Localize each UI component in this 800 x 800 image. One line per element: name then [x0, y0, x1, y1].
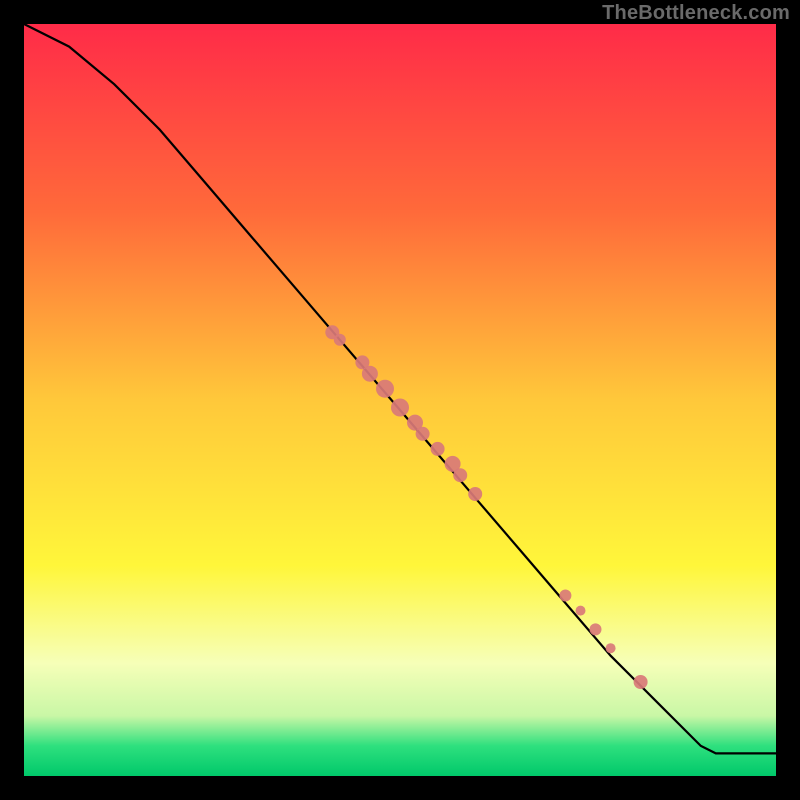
- watermark-text: TheBottleneck.com: [602, 2, 790, 25]
- data-point: [634, 675, 648, 689]
- chart-svg: [0, 0, 800, 800]
- data-point: [362, 366, 378, 382]
- data-point: [416, 427, 430, 441]
- data-point: [468, 487, 482, 501]
- data-point: [376, 380, 394, 398]
- chart-container: TheBottleneck.com: [0, 0, 800, 800]
- data-point: [606, 643, 616, 653]
- frame-right: [776, 0, 800, 800]
- data-point: [391, 399, 409, 417]
- data-point: [590, 623, 602, 635]
- data-point: [334, 334, 346, 346]
- frame-left: [0, 0, 24, 800]
- frame-bottom: [0, 776, 800, 800]
- data-point: [559, 590, 571, 602]
- data-point: [453, 468, 467, 482]
- data-point: [576, 606, 586, 616]
- data-point: [431, 442, 445, 456]
